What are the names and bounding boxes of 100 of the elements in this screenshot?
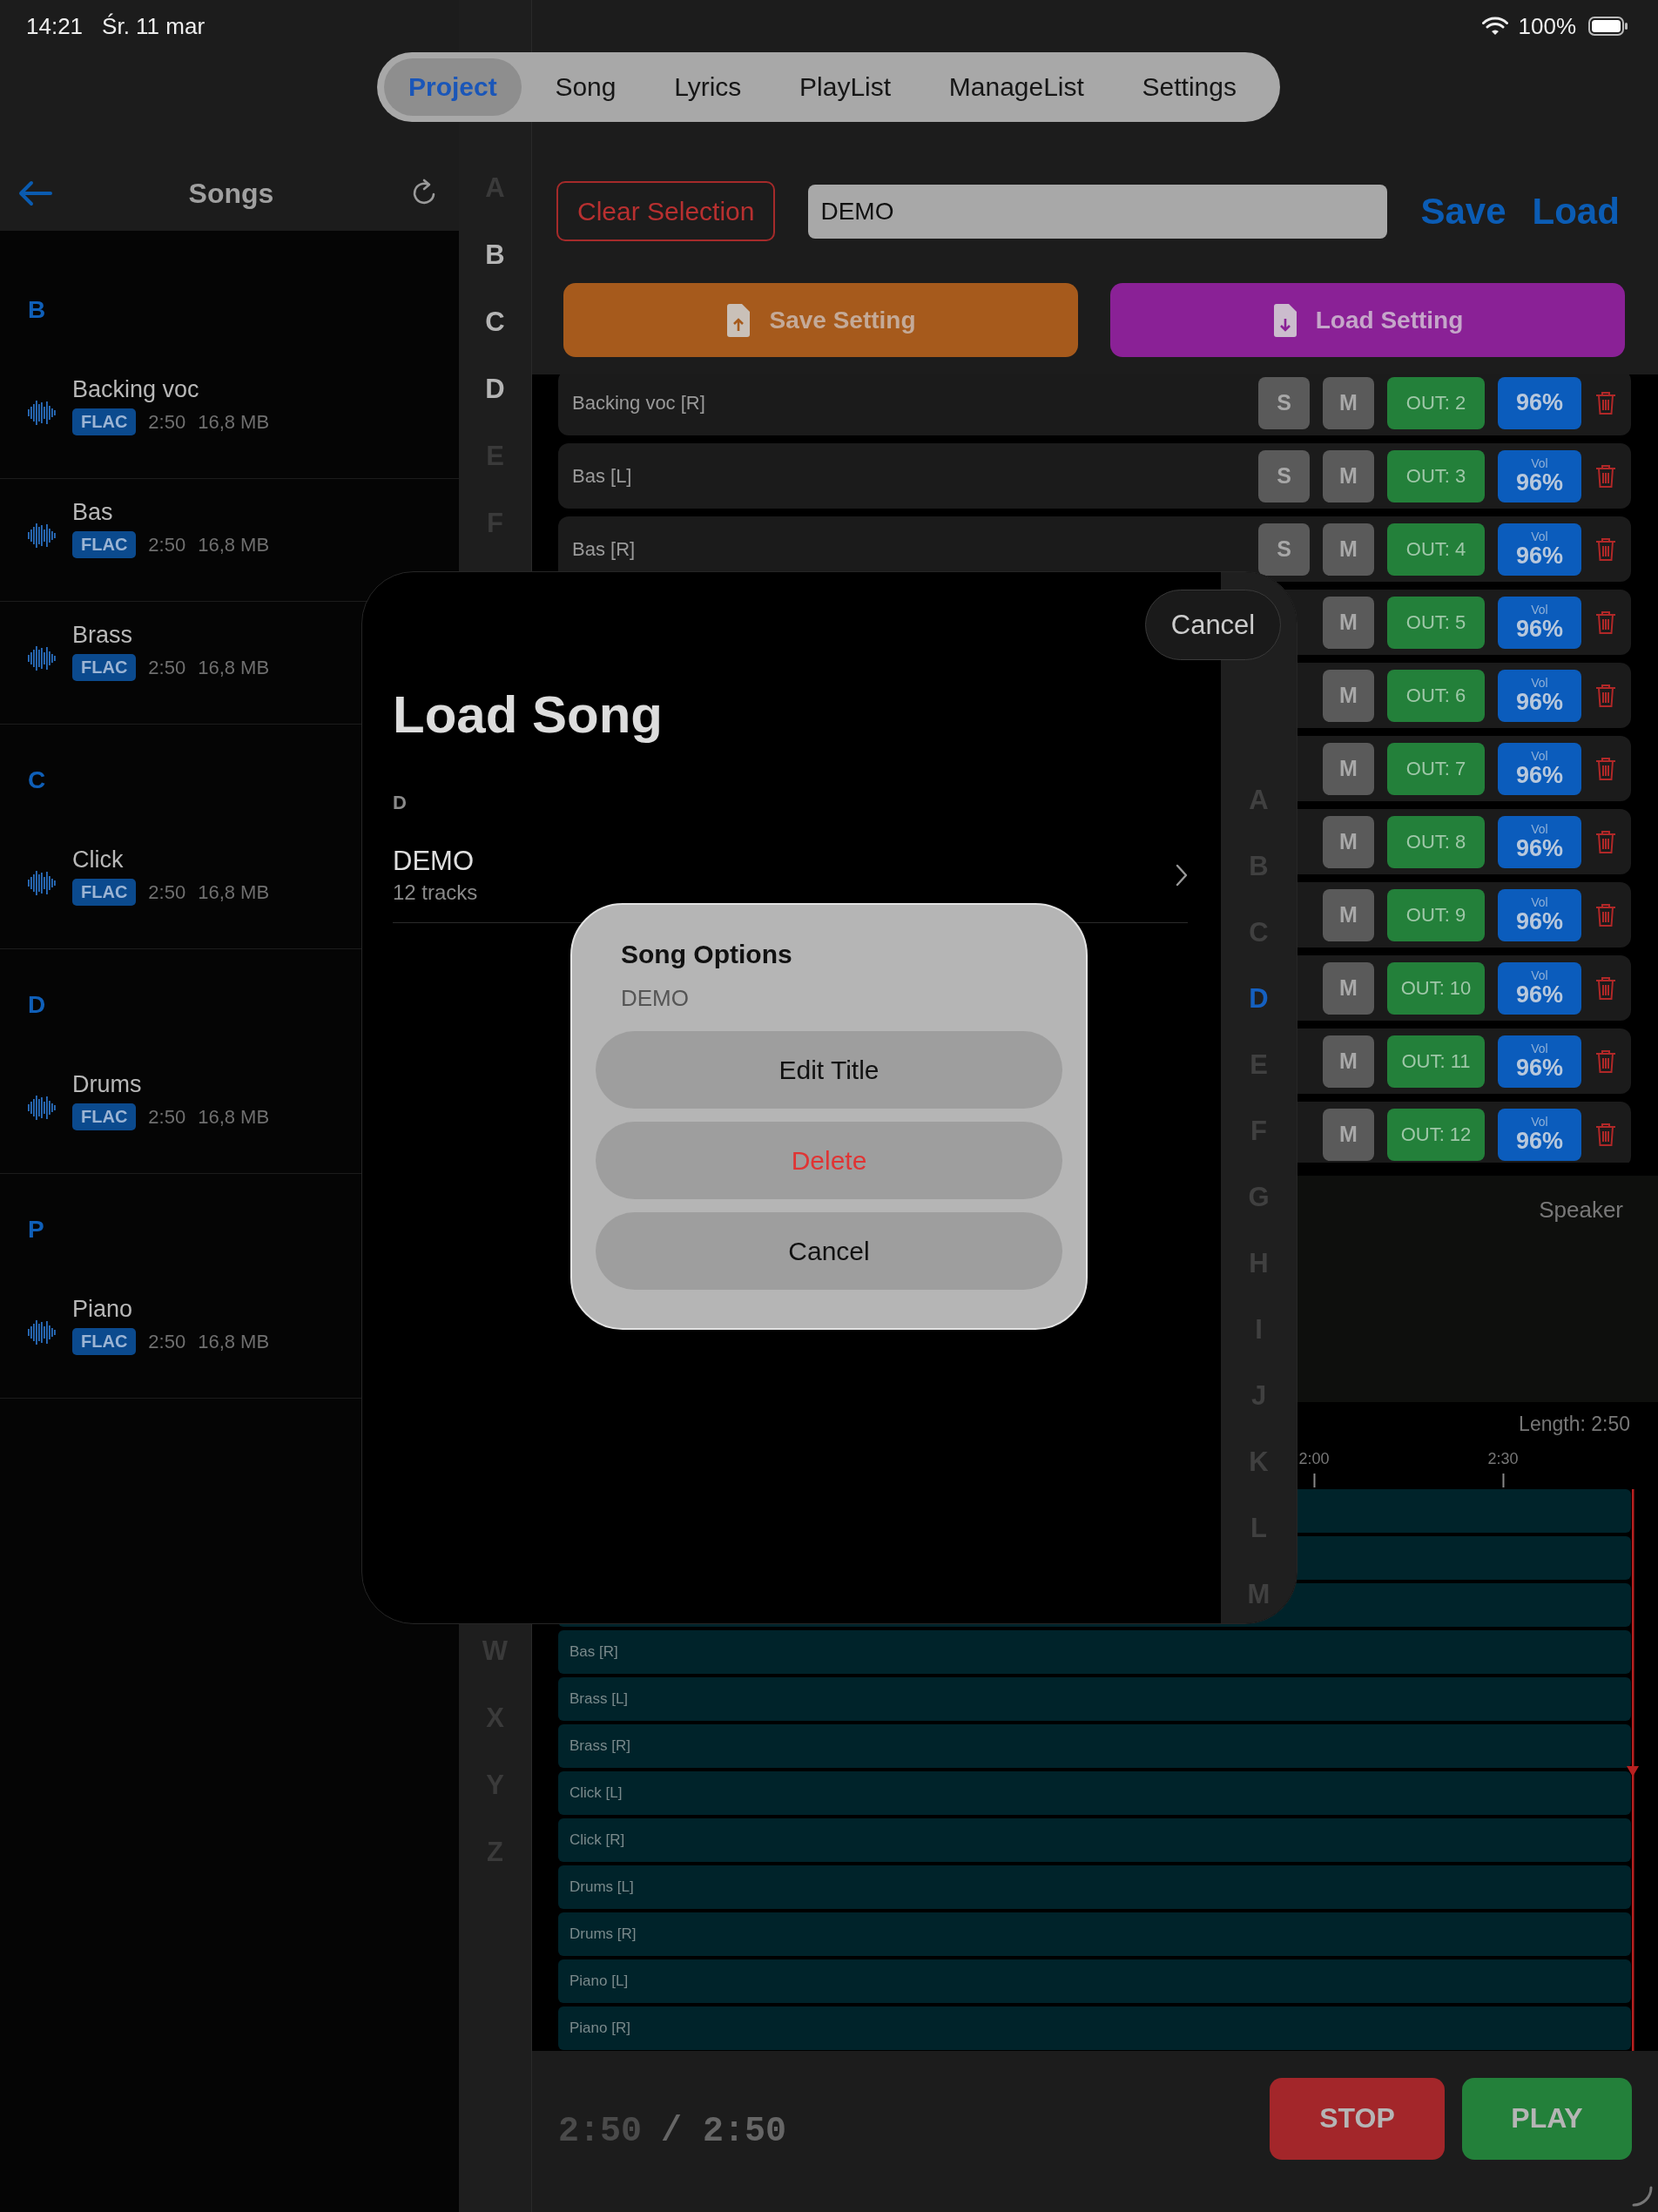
- song-item[interactable]: Backing voc FLAC 2:50 16,8 MB: [0, 356, 459, 479]
- mute-button[interactable]: M: [1323, 1108, 1374, 1161]
- index-letter[interactable]: D: [485, 373, 505, 406]
- cancel-button[interactable]: Cancel: [1145, 590, 1281, 660]
- waveform-icon: [28, 870, 57, 896]
- dialog-action-button[interactable]: Delete: [596, 1122, 1062, 1199]
- tick-mark: [1502, 1474, 1504, 1487]
- volume-button[interactable]: Vol 96%: [1498, 596, 1581, 649]
- play-button[interactable]: PLAY: [1462, 2077, 1632, 2160]
- file-download-icon: [1271, 302, 1298, 338]
- trash-icon[interactable]: [1594, 828, 1617, 855]
- output-button[interactable]: OUT: 6: [1387, 669, 1485, 722]
- trash-icon[interactable]: [1594, 682, 1617, 709]
- back-arrow-icon[interactable]: [17, 180, 52, 206]
- save-setting-button[interactable]: Save Setting: [563, 283, 1078, 357]
- volume-button[interactable]: Vol 96%: [1498, 669, 1581, 722]
- volume-button[interactable]: Vol 96%: [1498, 815, 1581, 868]
- wifi-icon: [1481, 17, 1508, 36]
- tick-mark: [1313, 1474, 1315, 1487]
- tab[interactable]: PlayList: [775, 58, 916, 116]
- track-name: Bas [L]: [572, 464, 633, 488]
- mute-button[interactable]: M: [1323, 815, 1374, 868]
- waveform-icon: [28, 1095, 57, 1121]
- solo-button[interactable]: S: [1258, 523, 1310, 576]
- volume-button[interactable]: Vol 96%: [1498, 742, 1581, 795]
- mute-button[interactable]: M: [1323, 596, 1374, 649]
- volume-button[interactable]: Vol 96%: [1498, 1108, 1581, 1161]
- dialog-action-button[interactable]: Cancel: [596, 1212, 1062, 1290]
- tab[interactable]: Project: [384, 58, 522, 116]
- output-button[interactable]: OUT: 10: [1387, 961, 1485, 1015]
- output-button[interactable]: OUT: 4: [1387, 523, 1485, 576]
- tab[interactable]: Settings: [1117, 58, 1261, 116]
- output-button[interactable]: OUT: 5: [1387, 596, 1485, 649]
- output-button[interactable]: OUT: 8: [1387, 815, 1485, 868]
- mute-button[interactable]: M: [1323, 376, 1374, 429]
- output-button[interactable]: OUT: 7: [1387, 742, 1485, 795]
- lane-label: Drums [L]: [570, 1878, 634, 1896]
- battery-icon: [1588, 17, 1628, 36]
- sidebar-title: Songs: [187, 177, 275, 211]
- song-name-field[interactable]: DEMO: [808, 184, 1388, 239]
- resize-handle-icon[interactable]: [1632, 2186, 1653, 2207]
- volume-button[interactable]: Vol 96%: [1498, 961, 1581, 1015]
- waveform-icon: [28, 1319, 57, 1345]
- time-tick-label: 2:00: [1298, 1449, 1330, 1468]
- volume-button[interactable]: Vol 96%: [1498, 888, 1581, 941]
- load-setting-button[interactable]: Load Setting: [1110, 283, 1625, 357]
- mute-button[interactable]: M: [1323, 523, 1374, 576]
- waveform-icon: [28, 523, 57, 549]
- index-letter[interactable]: D: [1249, 982, 1269, 1015]
- trash-icon[interactable]: [1594, 462, 1617, 489]
- output-button[interactable]: OUT: 11: [1387, 1035, 1485, 1088]
- trash-icon[interactable]: [1594, 755, 1617, 782]
- status-date: Śr. 11 mar: [102, 12, 206, 40]
- track-name: Backing voc [R]: [572, 391, 706, 415]
- playhead-marker[interactable]: [1627, 1489, 1639, 2051]
- trash-icon[interactable]: [1594, 1121, 1617, 1148]
- tab[interactable]: ManageList: [924, 58, 1109, 116]
- lane-label: Brass [L]: [570, 1690, 629, 1708]
- index-letter[interactable]: C: [485, 306, 505, 339]
- mute-button[interactable]: M: [1323, 449, 1374, 502]
- clear-selection-button[interactable]: Clear Selection: [556, 181, 776, 241]
- mute-button[interactable]: M: [1323, 961, 1374, 1015]
- time-tick-label: 2:30: [1487, 1449, 1519, 1468]
- solo-button[interactable]: S: [1258, 376, 1310, 429]
- section-letter: D: [393, 792, 408, 814]
- volume-button[interactable]: Vol 96%: [1498, 523, 1581, 576]
- trash-icon[interactable]: [1594, 609, 1617, 636]
- save-button[interactable]: Save: [1420, 190, 1506, 233]
- mute-button[interactable]: M: [1323, 1035, 1374, 1088]
- status-time: 14:21: [26, 12, 84, 40]
- dialog-action-button[interactable]: Edit Title: [596, 1031, 1062, 1109]
- trash-icon[interactable]: [1594, 536, 1617, 563]
- waveform-icon: [28, 400, 57, 426]
- battery-percent: 100%: [1518, 12, 1576, 40]
- mute-button[interactable]: M: [1323, 888, 1374, 941]
- output-button[interactable]: OUT: 9: [1387, 888, 1485, 941]
- section-letter: P: [27, 1215, 45, 1242]
- mute-button[interactable]: M: [1323, 742, 1374, 795]
- volume-button[interactable]: Vol 96%: [1498, 1035, 1581, 1088]
- tab[interactable]: Lyrics: [650, 58, 766, 116]
- mute-button[interactable]: M: [1323, 669, 1374, 722]
- solo-button[interactable]: S: [1258, 449, 1310, 502]
- chevron-right-icon: [1176, 864, 1188, 887]
- output-button[interactable]: OUT: 3: [1387, 449, 1485, 502]
- output-button[interactable]: OUT: 2: [1387, 376, 1485, 429]
- index-letter[interactable]: B: [485, 239, 505, 272]
- trash-icon[interactable]: [1594, 974, 1617, 1001]
- volume-button[interactable]: 96%: [1498, 376, 1581, 429]
- trash-icon[interactable]: [1594, 901, 1617, 928]
- trash-icon[interactable]: [1594, 1048, 1617, 1075]
- length-label: Length: 2:50: [1519, 1412, 1630, 1436]
- file-upload-icon: [725, 302, 752, 338]
- output-button[interactable]: OUT: 12: [1387, 1108, 1485, 1161]
- stop-button[interactable]: STOP: [1270, 2077, 1445, 2160]
- lane-label: Brass [R]: [570, 1737, 630, 1755]
- dialog-subtitle: DEMO: [620, 985, 690, 1012]
- load-button[interactable]: Load: [1532, 190, 1620, 233]
- tab[interactable]: Song: [530, 58, 641, 116]
- trash-icon[interactable]: [1594, 389, 1617, 416]
- volume-button[interactable]: Vol 96%: [1498, 449, 1581, 502]
